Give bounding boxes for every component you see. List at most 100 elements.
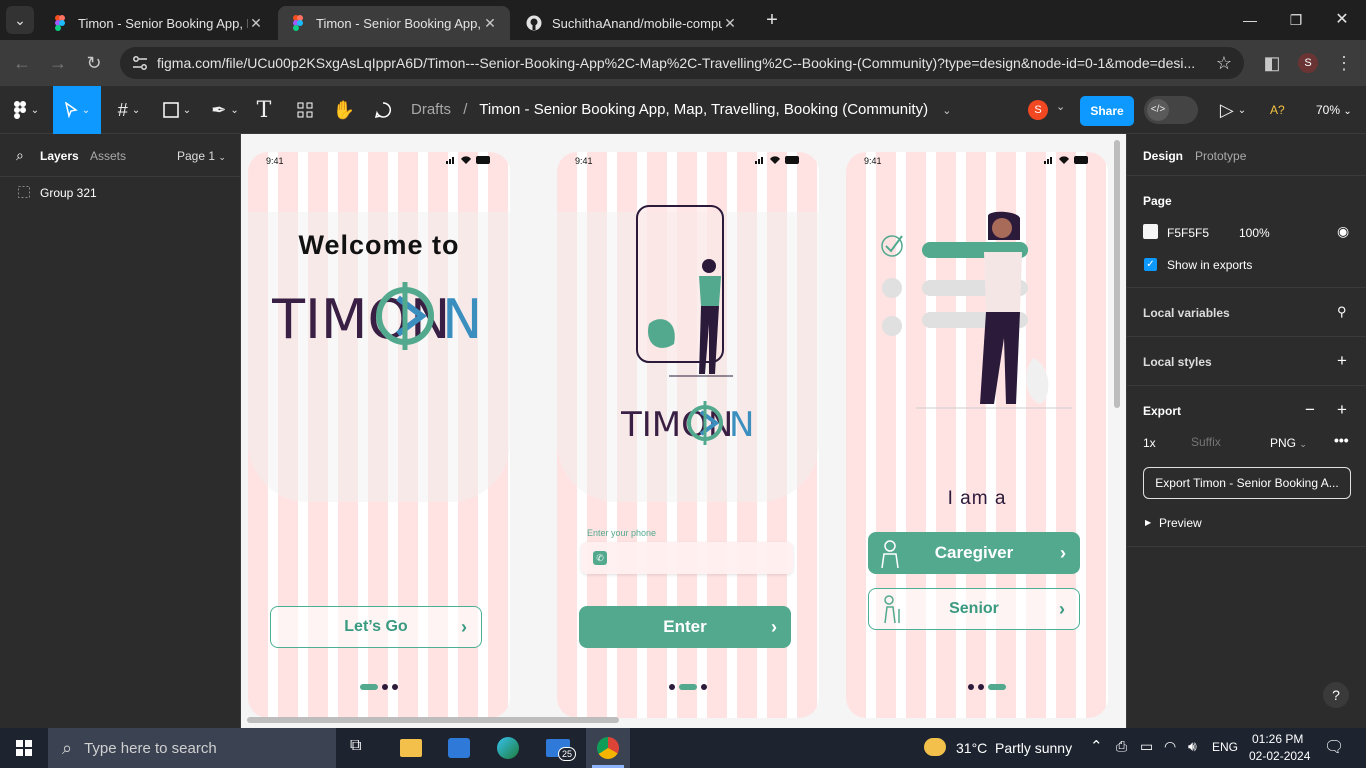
export-suffix-input[interactable]: [1191, 430, 1251, 454]
horizontal-scrollbar[interactable]: [247, 717, 619, 723]
text-tool-icon[interactable]: T: [252, 86, 276, 134]
caregiver-button[interactable]: Caregiver ›: [868, 532, 1080, 574]
caregiver-label: Caregiver: [934, 543, 1014, 562]
enter-button[interactable]: Enter ›: [579, 606, 791, 648]
tab-design[interactable]: Design: [1143, 149, 1183, 163]
export-button[interactable]: Export Timon - Senior Booking A...: [1143, 467, 1351, 499]
chevron-up-icon[interactable]: ⌃: [1090, 737, 1103, 755]
dev-mode-toggle[interactable]: </>: [1144, 96, 1198, 124]
figma-main-menu-icon[interactable]: ⌄: [6, 86, 46, 134]
wifi-icon[interactable]: ◠: [1164, 738, 1176, 755]
design-canvas[interactable]: 9:41 Welcome to TIMON N Let’s Go › 9:41: [241, 134, 1126, 728]
comment-tool-icon[interactable]: [370, 86, 396, 134]
maximize-button[interactable]: ❐: [1276, 8, 1316, 32]
shape-tool-icon[interactable]: ⌄: [156, 86, 198, 134]
local-variables-section[interactable]: Local variables ⚲: [1127, 288, 1366, 337]
profile-avatar[interactable]: S: [1298, 53, 1318, 73]
window-close-button[interactable]: ✕: [1322, 8, 1362, 32]
eye-icon[interactable]: ◉: [1337, 223, 1349, 240]
zoom-level[interactable]: 70% ⌄: [1316, 103, 1352, 117]
back-button[interactable]: ←: [8, 50, 36, 78]
chevron-right-icon: ›: [771, 617, 777, 637]
task-view-icon[interactable]: ⧉: [350, 737, 361, 755]
tab-prototype[interactable]: Prototype: [1195, 149, 1246, 163]
page-color-swatch[interactable]: [1143, 224, 1158, 239]
file-explorer-icon[interactable]: [400, 739, 422, 757]
caret-right-icon[interactable]: ▶: [1145, 518, 1151, 527]
windows-start-icon[interactable]: [16, 740, 32, 756]
help-button[interactable]: ?: [1323, 682, 1349, 708]
taskbar-search[interactable]: ⌕ Type here to search: [48, 728, 336, 768]
site-settings-icon[interactable]: [132, 55, 148, 71]
search-icon[interactable]: ⌕: [16, 147, 24, 164]
preview-toggle[interactable]: Preview: [1159, 516, 1202, 530]
language-indicator[interactable]: ENG: [1212, 740, 1238, 754]
forward-button[interactable]: →: [44, 50, 72, 78]
screen-role-select[interactable]: 9:41 I am a Caregiver › Senior ›: [846, 152, 1108, 718]
phone-input[interactable]: ✆: [581, 542, 793, 574]
clock-time[interactable]: 01:26 PM: [1252, 732, 1303, 746]
edge-icon[interactable]: [497, 737, 519, 759]
show-in-exports-checkbox[interactable]: ✓: [1144, 258, 1157, 271]
lets-go-button[interactable]: Let’s Go ›: [270, 606, 482, 648]
store-icon[interactable]: [448, 738, 470, 758]
screen-phone-login[interactable]: 9:41 TIMON N Enter your phone ✆ Enter ›: [557, 152, 819, 718]
weather-text[interactable]: 31°C Partly sunny: [956, 740, 1072, 756]
tab-layers[interactable]: Layers: [40, 149, 79, 163]
page-selector[interactable]: Page 1 ⌄: [177, 149, 226, 163]
share-button[interactable]: Share: [1080, 96, 1134, 126]
variables-icon[interactable]: ⚲: [1337, 304, 1347, 320]
export-scale[interactable]: 1x: [1143, 436, 1156, 450]
clock-date[interactable]: 02-02-2024: [1249, 749, 1310, 763]
menu-kebab-icon[interactable]: ⋮: [1330, 50, 1358, 78]
file-name[interactable]: Timon - Senior Booking App, Map, Travell…: [479, 101, 928, 118]
weather-icon[interactable]: [924, 738, 946, 756]
page-opacity-value[interactable]: 100%: [1239, 226, 1270, 240]
export-format-select[interactable]: PNG ⌄: [1270, 436, 1307, 450]
address-bar[interactable]: figma.com/file/UCu00p2KSxgAsLqIpprA6D/Ti…: [120, 47, 1244, 79]
present-play-icon[interactable]: ▷ ⌄: [1216, 86, 1250, 134]
chevron-down-icon[interactable]: ⌄: [1056, 100, 1065, 113]
bookmark-star-icon[interactable]: ☆: [1216, 47, 1232, 79]
minus-icon[interactable]: −: [1305, 400, 1315, 420]
pen-tool-icon[interactable]: ✒ ⌄: [204, 86, 246, 134]
screen-welcome[interactable]: 9:41 Welcome to TIMON N Let’s Go ›: [248, 152, 510, 718]
resources-tool-icon[interactable]: [292, 86, 318, 134]
layer-row[interactable]: Group 321: [0, 180, 240, 204]
move-tool-icon[interactable]: ⌄: [53, 86, 101, 134]
breadcrumb-drafts[interactable]: Drafts: [411, 101, 451, 118]
chrome-taskbar-button[interactable]: [586, 728, 630, 768]
minimize-button[interactable]: —: [1230, 8, 1270, 32]
status-bar-icons: [755, 156, 799, 164]
reload-button[interactable]: ↻: [80, 50, 108, 78]
browser-tab-1[interactable]: Timon - Senior Booking App, M ✕: [40, 6, 276, 40]
volume-icon[interactable]: 🔊︎: [1188, 738, 1197, 755]
close-icon[interactable]: ✕: [722, 15, 738, 32]
tab-assets[interactable]: Assets: [90, 149, 126, 163]
meet-now-icon[interactable]: ⎙: [1116, 738, 1127, 755]
missing-fonts-indicator[interactable]: A?: [1270, 103, 1285, 117]
chevron-down-icon[interactable]: ⌄: [942, 105, 951, 117]
more-options-icon[interactable]: •••: [1334, 432, 1349, 448]
mail-icon[interactable]: 25: [546, 739, 577, 761]
page-indicator: [669, 684, 707, 690]
vertical-scrollbar[interactable]: [1114, 140, 1120, 408]
tab-search-button[interactable]: ⌄: [6, 6, 34, 34]
local-styles-section[interactable]: Local styles +: [1127, 337, 1366, 386]
close-icon[interactable]: ✕: [482, 15, 498, 32]
browser-tab-3[interactable]: SuchithaAnand/mobile-comput ✕: [514, 6, 750, 40]
hand-tool-icon[interactable]: ✋: [330, 86, 358, 134]
page-color-value[interactable]: F5F5F5: [1167, 226, 1209, 240]
user-avatar[interactable]: S: [1028, 100, 1048, 120]
chrome-icon: [597, 737, 619, 759]
new-tab-button[interactable]: +: [752, 8, 792, 32]
battery-icon[interactable]: ▭: [1140, 738, 1153, 755]
senior-button[interactable]: Senior ›: [868, 588, 1080, 630]
plus-icon[interactable]: +: [1337, 400, 1347, 420]
sidebar-toggle-icon[interactable]: ◧: [1258, 50, 1286, 78]
plus-icon[interactable]: +: [1337, 351, 1347, 371]
frame-tool-icon[interactable]: # ⌄: [108, 86, 150, 134]
notifications-icon[interactable]: 🗨︎: [1324, 737, 1344, 757]
browser-tab-2-active[interactable]: Timon - Senior Booking App, M ✕: [278, 6, 510, 40]
close-icon[interactable]: ✕: [248, 15, 264, 32]
